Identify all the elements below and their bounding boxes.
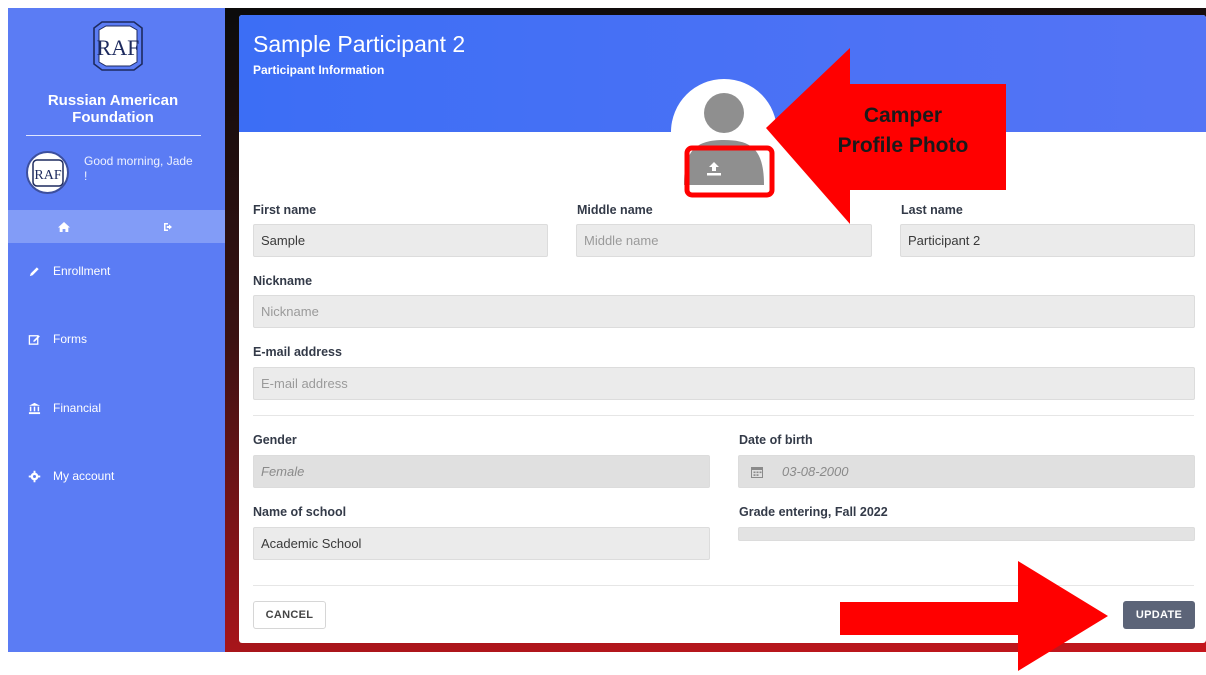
home-logout-bar [8,210,225,243]
page-title: Sample Participant 2 [253,31,466,57]
callout-line1: Camper [863,104,943,127]
sidebar-item-label: Forms [53,332,87,346]
school-label: Name of school [253,505,347,519]
footer-divider [253,585,1194,586]
upload-photo-icon[interactable] [695,157,733,181]
grade-label: Grade entering, Fall 2022 [739,505,888,519]
section-divider [253,415,1194,416]
nickname-label: Nickname [253,274,313,288]
svg-text:RAF: RAF [97,35,140,60]
cancel-button[interactable]: CANCEL [253,601,326,629]
logout-icon[interactable] [161,219,177,235]
sidebar-item-forms[interactable]: Forms [28,329,87,349]
avatar[interactable]: RAF [26,151,69,194]
sidebar-divider [26,135,201,136]
org-name-line1: Russian American [47,92,179,109]
sidebar-item-label: Financial [53,401,102,415]
greeting-punct: ! [84,169,88,183]
pencil-icon [29,266,39,276]
first-name-field[interactable]: Sample [253,224,548,257]
nickname-field[interactable] [253,295,1195,328]
sidebar-item-enrollment[interactable]: Enrollment [28,261,110,281]
middle-name-field[interactable] [576,224,872,257]
participant-card: Sample Participant 2 Participant Informa… [239,15,1206,643]
org-name: Russian American Foundation [8,92,218,126]
update-button[interactable]: UPDATE [1123,601,1195,629]
dob-label: Date of birth [739,433,813,447]
org-name-line2: Foundation [72,109,154,126]
calendar-icon [751,467,763,478]
grade-field[interactable] [738,527,1195,541]
gender-field[interactable]: Female [253,455,710,488]
email-field[interactable] [253,367,1195,400]
gender-label: Gender [253,433,297,447]
sidebar-item-label: Enrollment [53,264,111,278]
greeting-text: Good morning, Jade [84,154,193,168]
greeting: Good morning, Jade ! [84,154,214,184]
school-field[interactable]: Academic School [253,527,710,560]
home-icon[interactable] [56,219,72,235]
svg-text:RAF: RAF [34,168,61,183]
gear-icon [28,470,41,482]
sidebar-item-my-account[interactable]: My account [28,466,114,486]
edit-icon [28,334,40,345]
dob-value: 03-08-2000 [782,464,849,479]
dob-field[interactable]: 03-08-2000 [738,455,1195,488]
raf-logo-icon: RAF [93,21,143,71]
callout-text: Camper Profile Photo [808,101,998,161]
middle-name-label: Middle name [577,203,653,217]
sidebar-item-financial[interactable]: Financial [28,398,101,418]
bank-icon [28,402,41,414]
last-name-label: Last name [901,203,963,217]
callout-line2: Profile Photo [837,134,969,157]
raf-avatar-icon: RAF [32,159,64,187]
page-subtitle: Participant Information [253,63,385,77]
sidebar-item-label: My account [53,469,115,483]
sidebar: RAF Russian American Foundation RAF Good… [8,8,225,652]
first-name-label: First name [253,203,317,217]
email-label: E-mail address [253,345,342,359]
last-name-field[interactable]: Participant 2 [900,224,1195,257]
